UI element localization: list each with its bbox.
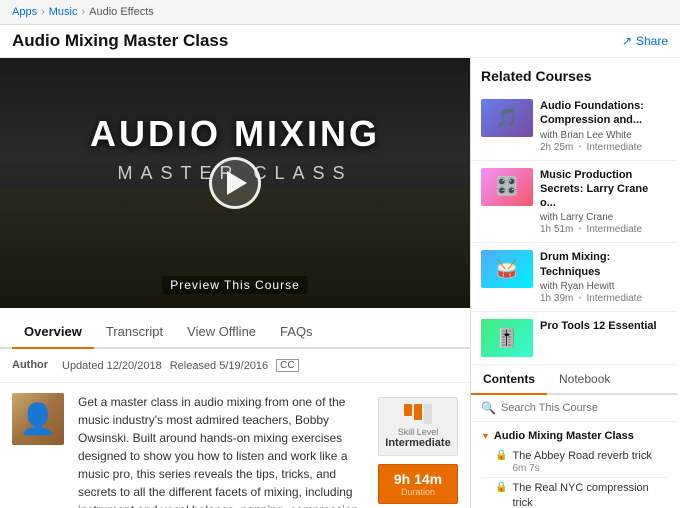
course-name-4: Pro Tools 12 Essential (540, 319, 667, 333)
related-title: Related Courses (481, 68, 667, 84)
page-title: Audio Mixing Master Class (12, 31, 228, 51)
search-input[interactable] (501, 402, 667, 414)
left-content: AUDIO MIXING MASTER CLASS Preview This C… (0, 58, 470, 508)
tab-faqs[interactable]: FAQs (268, 316, 325, 349)
skill-bar-3 (424, 404, 432, 424)
related-course-1[interactable]: 🎵 Audio Foundations: Compression and... … (471, 92, 677, 161)
course-thumb-icon-2: 🎛️ (496, 176, 518, 197)
tab-view-offline[interactable]: View Offline (175, 316, 268, 349)
content-tabs: Overview Transcript View Offline FAQs (0, 316, 470, 349)
course-thumb-icon-4: 🎚️ (496, 328, 518, 349)
course-info-4: Pro Tools 12 Essential (540, 319, 667, 357)
course-meta-1: 2h 25m • Intermediate (540, 142, 667, 153)
course-name-2: Music Production Secrets: Larry Crane o.… (540, 168, 667, 211)
breadcrumb-music[interactable]: Music (49, 6, 78, 18)
lesson-item-1[interactable]: 🔒 The Abbey Road reverb trick 6m 7s (481, 446, 667, 478)
video-player[interactable]: AUDIO MIXING MASTER CLASS Preview This C… (0, 58, 470, 308)
course-author-2: with Larry Crane (540, 212, 667, 223)
tab-transcript[interactable]: Transcript (94, 316, 175, 349)
skill-label: Skill Level (398, 427, 439, 437)
duration-label: Duration (401, 487, 435, 497)
sidebar-related: Related Courses (471, 58, 677, 92)
duration-value: 9h 14m (394, 471, 442, 487)
preview-label: Preview This Course (162, 276, 307, 294)
course-meta-3: 1h 39m • Intermediate (540, 293, 667, 304)
course-thumb-1: 🎵 (481, 99, 533, 137)
related-course-3[interactable]: 🥁 Drum Mixing: Techniques with Ryan Hewi… (471, 243, 677, 312)
skill-stat: Skill Level Intermediate (378, 397, 458, 456)
play-button[interactable] (209, 157, 261, 209)
search-area: 🔍 (471, 395, 677, 422)
stats-column: Skill Level Intermediate 9h 14m Duration… (378, 397, 458, 498)
released-date: Released 5/19/2016 (170, 360, 268, 372)
course-name-3: Drum Mixing: Techniques (540, 250, 667, 279)
course-author-1: with Brian Lee White (540, 130, 667, 141)
share-button[interactable]: ↗ Share (622, 34, 668, 48)
video-title-line1: AUDIO MIXING (90, 113, 380, 155)
author-section: Author Updated 12/20/2018 Released 5/19/… (0, 349, 470, 383)
description: Get a master class in audio mixing from … (78, 393, 364, 498)
author-label: Author (12, 359, 52, 371)
course-thumb-3: 🥁 (481, 250, 533, 288)
avatar: 👤 (12, 393, 64, 445)
skill-bar-1 (404, 404, 412, 416)
updated-info: Updated 12/20/2018 Released 5/19/2016 CC (62, 359, 299, 372)
sidebar-tab-contents[interactable]: Contents (471, 365, 547, 395)
course-thumb-icon-3: 🥁 (496, 259, 518, 280)
course-info-3: Drum Mixing: Techniques with Ryan Hewitt… (540, 250, 667, 304)
sidebar-tab-notebook[interactable]: Notebook (547, 365, 622, 395)
course-tree: ▼ Audio Mixing Master Class 🔒 The Abbey … (471, 422, 677, 508)
avatar-icon: 👤 (19, 402, 56, 437)
right-sidebar: Related Courses 🎵 Audio Foundations: Com… (470, 58, 677, 508)
tree-section-title: ▼ Audio Mixing Master Class (481, 430, 667, 442)
breadcrumb-apps[interactable]: Apps (12, 6, 37, 18)
skill-bar-2 (414, 404, 422, 420)
tree-section: ▼ Audio Mixing Master Class 🔒 The Abbey … (471, 426, 677, 508)
duration-stat: 9h 14m Duration (378, 464, 458, 504)
skill-bars (404, 404, 432, 424)
share-icon: ↗ (622, 34, 632, 48)
cc-badge: CC (276, 359, 298, 372)
main-layout: AUDIO MIXING MASTER CLASS Preview This C… (0, 58, 680, 508)
course-thumb-icon-1: 🎵 (496, 108, 518, 129)
play-triangle-icon (227, 171, 247, 195)
search-icon: 🔍 (481, 401, 496, 415)
course-meta-2: 1h 51m • Intermediate (540, 224, 667, 235)
tab-overview[interactable]: Overview (12, 316, 94, 349)
lesson-text-2: The Real NYC compression trick 8m 52s (512, 481, 667, 508)
related-course-4[interactable]: 🎚️ Pro Tools 12 Essential (471, 312, 677, 365)
sidebar-tabs: Contents Notebook (471, 365, 677, 395)
description-para1: Get a master class in audio mixing from … (78, 393, 364, 508)
lesson-text-1: The Abbey Road reverb trick 6m 7s (512, 449, 667, 474)
course-thumb-4: 🎚️ (481, 319, 533, 357)
skill-value: Intermediate (385, 437, 450, 449)
course-info-2: Music Production Secrets: Larry Crane o.… (540, 168, 667, 236)
breadcrumb: Apps › Music › Audio Effects (0, 0, 680, 25)
course-info-1: Audio Foundations: Compression and... wi… (540, 99, 667, 153)
course-name-1: Audio Foundations: Compression and... (540, 99, 667, 128)
course-author-3: with Ryan Hewitt (540, 281, 667, 292)
page-title-row: Audio Mixing Master Class ↗ Share (0, 25, 680, 58)
lock-icon-2: 🔒 (495, 482, 507, 493)
breadcrumb-current: Audio Effects (89, 6, 154, 18)
related-course-2[interactable]: 🎛️ Music Production Secrets: Larry Crane… (471, 161, 677, 244)
course-thumb-2: 🎛️ (481, 168, 533, 206)
content-area: 👤 Get a master class in audio mixing fro… (0, 383, 470, 508)
arrow-down-icon: ▼ (481, 431, 490, 441)
updated-date: Updated 12/20/2018 (62, 360, 162, 372)
lesson-item-2[interactable]: 🔒 The Real NYC compression trick 8m 52s (481, 478, 667, 508)
lock-icon-1: 🔒 (495, 450, 507, 461)
